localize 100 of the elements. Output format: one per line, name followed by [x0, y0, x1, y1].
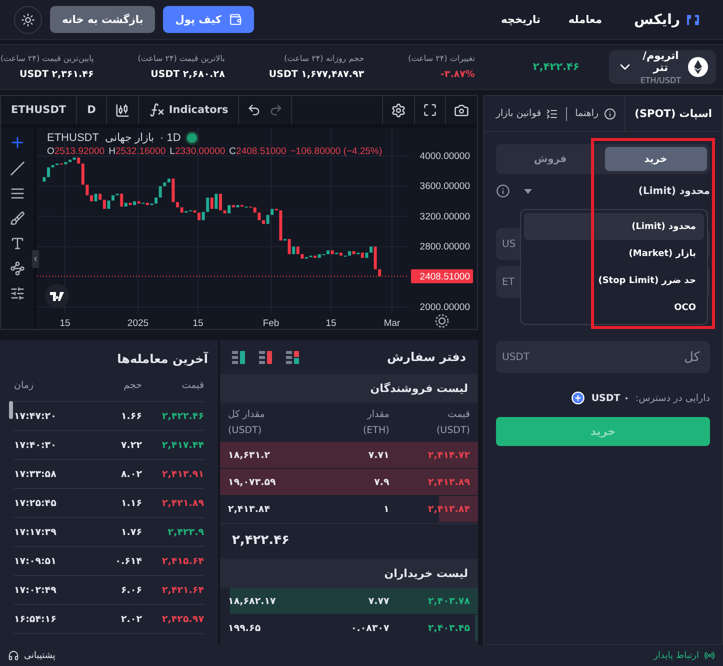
list-icon: [546, 108, 558, 120]
undo-icon[interactable]: [247, 103, 262, 117]
axis-label: 2025: [127, 318, 149, 329]
caret-icon: [524, 188, 532, 194]
collapse-handle[interactable]: [32, 250, 39, 268]
price-cell-text: ۲,۴۱۳.۹۱: [160, 468, 204, 480]
theme-toggle[interactable]: [14, 6, 42, 34]
sun-icon: [21, 12, 35, 26]
price-tag: 2408.51000: [411, 269, 473, 284]
function-icon: [148, 102, 165, 118]
rules-link[interactable]: قوانین بازار: [488, 108, 566, 120]
settings-icon[interactable]: [391, 102, 406, 118]
axis-label: 4000.00000: [420, 151, 470, 162]
candles-icon[interactable]: [114, 102, 130, 118]
support-link[interactable]: پشتیبانی: [8, 650, 56, 661]
time-cell-text: ۱۷:۰۲:۴۹: [14, 584, 58, 596]
wallet-button[interactable]: کیف پول: [163, 6, 254, 33]
price-cell-text: ۲,۴۱۴.۷۲: [426, 450, 470, 460]
price-cell-text: ۲,۴۰۳.۷۸: [426, 596, 470, 606]
logo-icon: [45, 284, 69, 308]
dropdown-option[interactable]: بازار (Market): [524, 240, 704, 267]
column-unit: (ETH): [362, 425, 390, 436]
ohlc-value: O2513.92000: [47, 146, 105, 157]
nav-link[interactable]: تاریخچه: [489, 14, 552, 26]
field-unit: US: [502, 238, 516, 250]
brush-icon[interactable]: [10, 211, 24, 226]
time-cell-text: ۱۷:۰۹:۵۱: [14, 556, 58, 566]
symbol-button[interactable]: ETHUSDT: [1, 96, 78, 124]
pair-name: اتریوم/تتر: [642, 50, 680, 74]
column-header: مقدار کل: [228, 409, 266, 420]
home-button[interactable]: بازگشت به خانه: [50, 6, 156, 33]
column-header: زمان: [14, 380, 35, 391]
axis-label: 3600.00000: [420, 181, 470, 192]
settings-icon[interactable]: [435, 314, 449, 328]
column-header: حجم: [122, 380, 142, 391]
connection-status: ارتباط پایدار: [654, 650, 715, 661]
lines-icon[interactable]: [10, 186, 24, 201]
price-cell-text: ۲,۴۲۲.۴۶: [160, 410, 204, 422]
status-dot: [186, 132, 197, 142]
price-cell-text: ۲,۴۲۱.۸۹: [160, 498, 204, 508]
price-cell-text: ۲,۴۲۳.۹: [166, 526, 204, 538]
layout-icon[interactable]: [232, 350, 245, 364]
amount-cell-text: ۷.۷۱: [367, 450, 390, 460]
pair-symbol: ETH/USDT: [640, 76, 681, 84]
axis-label: 2000.00000: [420, 302, 470, 313]
layout-icon[interactable]: [259, 350, 272, 364]
price-cell-text: ۲,۴۲۵.۹۷: [160, 614, 204, 624]
spot-tab[interactable]: اسپات (SPOT): [624, 96, 722, 131]
text-icon[interactable]: [10, 236, 24, 251]
total-cell-text: ۱۸,۶۳۱.۲: [228, 450, 272, 460]
sliders-icon[interactable]: [10, 286, 24, 301]
signal-icon: [704, 650, 715, 661]
ohlc-value: L2330.00000: [170, 146, 226, 157]
panel-title: آخرین معامله‌ها: [116, 350, 210, 368]
change-value: −106.80000 (−4.25%): [290, 146, 382, 157]
logo-text: رایکس: [634, 12, 680, 28]
total-cell-text: ۱۹,۰۷۳.۵۹: [228, 476, 277, 488]
headphones-icon: [8, 650, 19, 661]
fullscreen-icon[interactable]: [423, 103, 437, 117]
axis-label: 15: [326, 318, 336, 329]
camera-icon[interactable]: [454, 102, 469, 118]
interval-button[interactable]: D: [77, 96, 107, 124]
price-cell-text: ۲,۴۱۳.۸۹: [426, 476, 470, 488]
pattern-icon[interactable]: [10, 261, 24, 276]
volume-cell-text: ۱.۱۶: [120, 498, 142, 508]
help-link[interactable]: راهنما: [567, 108, 624, 120]
chart-interval: · 1D: [160, 132, 181, 144]
chart-market: بازار جهانی: [104, 131, 154, 144]
panel-title: دفتر سفارش: [387, 350, 466, 364]
available-value: USDT ۰: [591, 392, 630, 404]
nav-link[interactable]: معامله: [556, 14, 614, 26]
mid-price: ۲,۴۲۲.۴۶: [232, 533, 290, 548]
redo-icon[interactable]: [269, 103, 284, 117]
layout-icon[interactable]: [286, 350, 299, 364]
volume-cell-text: ۱.۶۶: [120, 410, 142, 422]
stat-label: حجم روزانه (۲۴ ساعت): [284, 54, 364, 63]
dropdown-option[interactable]: محدود (Limit): [524, 213, 704, 240]
time-cell-text: ۱۷:۲۵:۴۵: [14, 498, 58, 508]
amount-cell-text: ۰.۰۸۳۰۷: [350, 622, 390, 634]
order-type-select[interactable]: محدود (Limit): [638, 186, 710, 196]
stat-value: USDT ۲,۶۸۰.۲۸: [150, 69, 225, 80]
side-button[interactable]: فروش: [499, 147, 602, 171]
dropdown-option[interactable]: OCO: [524, 294, 704, 321]
add-icon[interactable]: [571, 391, 586, 405]
line-icon[interactable]: [10, 161, 24, 176]
price-cell-text: ۲,۴۱۵.۶۴: [160, 556, 204, 566]
time-cell-text: ۱۷:۱۷:۳۹: [14, 526, 58, 538]
wallet-icon: [229, 13, 242, 26]
total-cell-text: ۱۹۹.۶۵: [228, 622, 262, 634]
side-button[interactable]: خرید: [604, 147, 707, 171]
axis-label: Mar: [384, 318, 400, 329]
total-cell-text: ۱۸,۶۸۲.۱۷: [228, 596, 277, 606]
available-label: دارایی در دسترس:: [635, 392, 710, 404]
indicators-button[interactable]: Indicators: [138, 96, 240, 124]
price-cell-text: ۲,۴۱۷.۴۴: [160, 440, 204, 450]
dropdown-option[interactable]: حد ضرر (Stop Limit): [524, 267, 704, 294]
stat-value: -۳.۸۷%: [440, 69, 475, 80]
last-price: ۲,۴۲۲.۴۶: [532, 61, 580, 73]
volume-cell-text: ۱.۷۶: [120, 526, 142, 538]
time-cell-text: ۱۶:۵۴:۱۶: [14, 614, 58, 624]
